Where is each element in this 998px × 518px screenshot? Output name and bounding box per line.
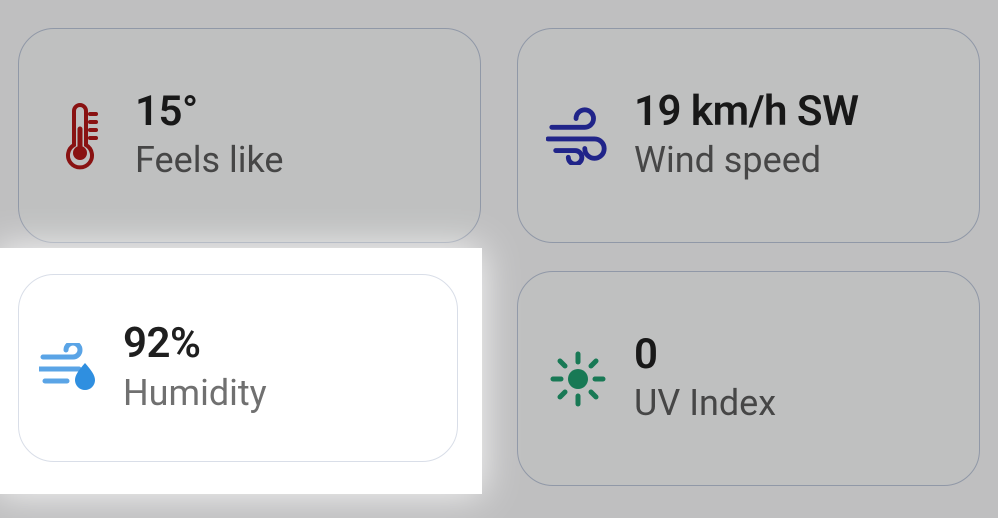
uv-label: UV Index [634, 382, 776, 425]
uv-index-card[interactable]: 0 UV Index [517, 271, 980, 486]
feels-like-card[interactable]: 15° Feels like [18, 28, 481, 243]
humidity-spotlight: 92% Humidity [0, 252, 478, 490]
uv-value: 0 [634, 332, 776, 378]
humidity-card[interactable]: 92% Humidity [18, 274, 458, 462]
sun-icon [546, 350, 610, 408]
thermometer-icon [47, 101, 111, 171]
feels-like-label: Feels like [135, 139, 283, 182]
humidity-icon [39, 343, 103, 393]
wind-card[interactable]: 19 km/h SW Wind speed [517, 28, 980, 243]
wind-icon [546, 107, 610, 165]
feels-like-value: 15° [135, 89, 283, 135]
wind-label: Wind speed [634, 139, 858, 182]
humidity-label: Humidity [123, 372, 267, 415]
wind-value: 19 km/h SW [634, 89, 858, 135]
humidity-value: 92% [123, 321, 267, 367]
